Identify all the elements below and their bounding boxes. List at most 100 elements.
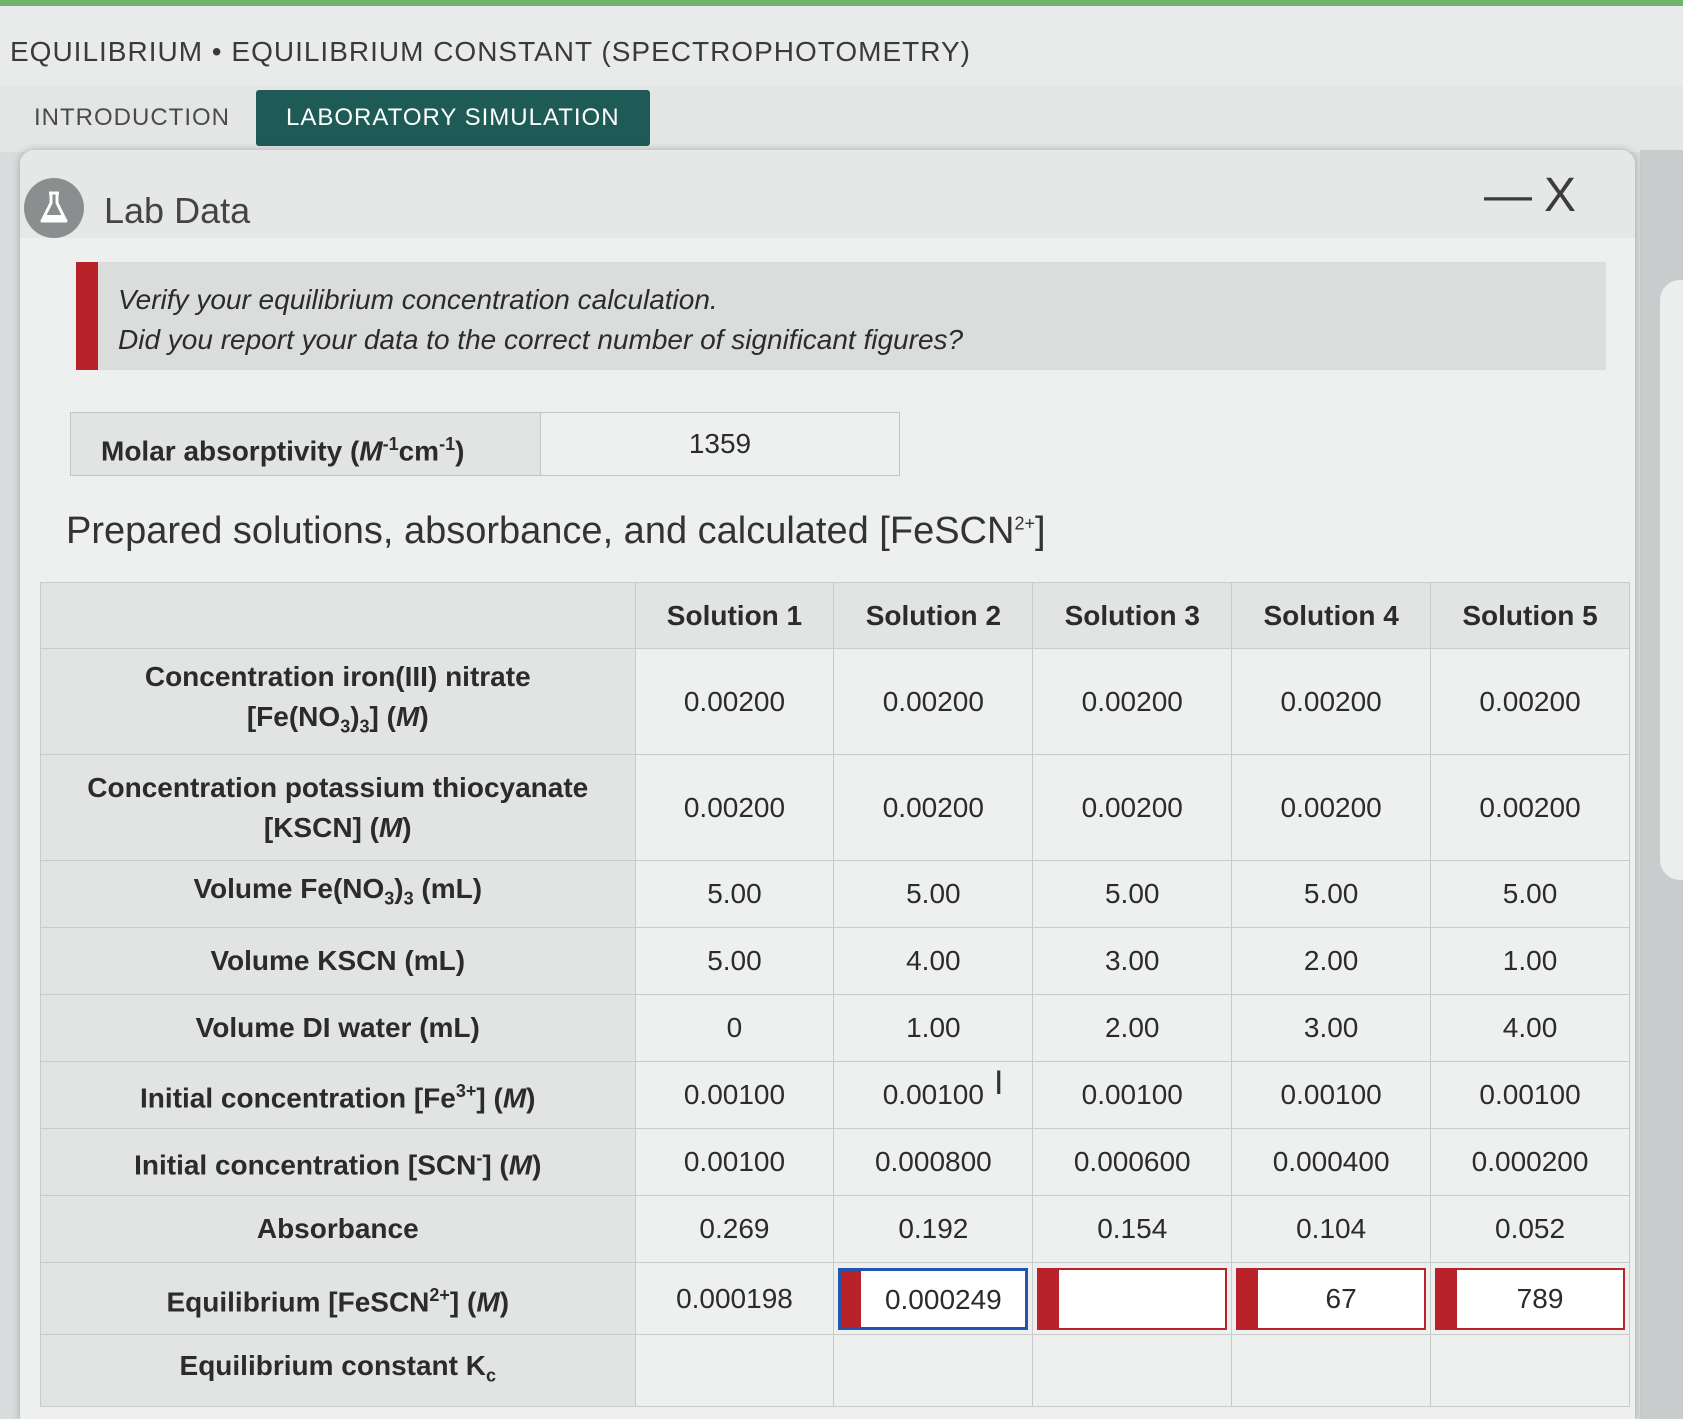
row-label-iron-nitrate: Concentration iron(III) nitrate [Fe(NO3)… <box>40 648 636 755</box>
table-header-row: Solution 1 Solution 2 Solution 3 Solutio… <box>40 582 1630 649</box>
table-cell: 0.192 <box>833 1195 1034 1263</box>
row-label-absorbance: Absorbance <box>40 1195 636 1263</box>
column-header: Solution 5 <box>1430 582 1630 649</box>
table-corner <box>40 582 636 649</box>
equilibrium-input-solution-2[interactable]: 0.000249 <box>838 1267 1029 1330</box>
table-row: Concentration iron(III) nitrate [Fe(NO3)… <box>40 648 1630 755</box>
table-cell: 4.00 <box>1430 994 1630 1062</box>
panel-header[interactable]: Lab Data — X <box>20 150 1635 238</box>
input-value[interactable]: 67 <box>1258 1270 1424 1328</box>
equilibrium-input-solution-5[interactable]: 789 <box>1435 1267 1625 1330</box>
error-marker <box>841 1270 862 1327</box>
table-cell: 5.00 <box>634 927 835 995</box>
table-cell: 0.269 <box>634 1195 835 1263</box>
table-row: Volume KSCN (mL) 5.00 4.00 3.00 2.00 1.0… <box>40 927 1630 995</box>
lab-data-panel: Lab Data — X Verify your equilibrium con… <box>20 150 1635 1419</box>
table-cell[interactable] <box>1430 1334 1630 1407</box>
row-label-volume-water: Volume DI water (mL) <box>40 994 636 1062</box>
table-row: Concentration potassium thiocyanate [KSC… <box>40 754 1630 861</box>
row-label-initial-scn: Initial concentration [SCN-] (M) <box>40 1128 636 1196</box>
table-cell: 0.00100 <box>634 1128 835 1196</box>
table-cell: 789 <box>1430 1262 1630 1335</box>
minimize-icon[interactable]: — <box>1484 168 1532 223</box>
text-cursor-icon: I <box>994 1064 1004 1102</box>
table-cell: 0.00100 <box>1032 1061 1233 1129</box>
table-cell: 2.00 <box>1231 927 1432 995</box>
table-cell[interactable] <box>1231 1334 1432 1407</box>
molar-absorptivity-label: Molar absorptivity (M-1cm-1) <box>71 413 541 475</box>
table-cell: 0.00100 <box>1231 1061 1432 1129</box>
table-cell: 0.000200 <box>1430 1128 1630 1196</box>
table-cell: 0.00200 <box>634 648 835 755</box>
table-row: Volume DI water (mL) 0 1.00 2.00 3.00 4.… <box>40 994 1630 1062</box>
table-cell: 0.00200 <box>1231 754 1432 861</box>
solutions-table: Solution 1 Solution 2 Solution 3 Solutio… <box>40 582 1630 1407</box>
alert-line-1: Verify your equilibrium concentration ca… <box>118 284 718 315</box>
tab-laboratory-simulation[interactable]: LABORATORY SIMULATION <box>256 90 650 146</box>
table-row: Equilibrium constant Kc <box>40 1334 1630 1407</box>
tab-bar: INTRODUCTION LABORATORY SIMULATION <box>0 86 1683 152</box>
error-marker <box>1437 1269 1458 1328</box>
page-title: EQUILIBRIUM • EQUILIBRIUM CONSTANT (SPEC… <box>10 36 971 67</box>
table-cell: 0.000249 <box>833 1262 1034 1335</box>
table-cell: 0.00100 <box>634 1061 835 1129</box>
tab-introduction[interactable]: INTRODUCTION <box>4 90 260 146</box>
section-title: Prepared solutions, absorbance, and calc… <box>66 510 1046 552</box>
table-cell: 5.00 <box>833 860 1034 928</box>
close-icon[interactable]: X <box>1544 168 1576 223</box>
table-row: Volume Fe(NO3)3 (mL) 5.00 5.00 5.00 5.00… <box>40 860 1630 928</box>
table-cell: 4.00 <box>833 927 1034 995</box>
table-cell: 0 <box>634 994 835 1062</box>
table-cell: 0.00200 <box>1032 648 1233 755</box>
flask-icon <box>24 178 84 238</box>
row-label-initial-fe: Initial concentration [Fe3+] (M) <box>40 1061 636 1129</box>
input-value[interactable]: 789 <box>1457 1270 1623 1328</box>
row-label-volume-kscn: Volume KSCN (mL) <box>40 927 636 995</box>
table-cell: 5.00 <box>1231 860 1432 928</box>
table-cell: 0.00200 <box>833 754 1034 861</box>
alert-line-2: Did you report your data to the correct … <box>118 324 964 355</box>
table-cell: 0.00200 <box>1231 648 1432 755</box>
molar-absorptivity-value: 1359 <box>688 428 752 459</box>
table-cell: 0.00200 <box>634 754 835 861</box>
assignment-header: EQUILIBRIUM • EQUILIBRIUM CONSTANT (SPEC… <box>0 6 1683 86</box>
table-cell: 1.00 <box>1430 927 1630 995</box>
row-label-equilibrium-constant: Equilibrium constant Kc <box>40 1334 636 1407</box>
table-cell: 0.000600 <box>1032 1128 1233 1196</box>
table-cell: 0.000800 <box>833 1128 1034 1196</box>
table-cell: 0.00200 <box>1430 648 1630 755</box>
table-cell: 0.104 <box>1231 1195 1432 1263</box>
table-cell: 0.00200 <box>1430 754 1630 861</box>
table-cell[interactable] <box>1032 1334 1233 1407</box>
error-marker <box>1039 1269 1060 1328</box>
row-label-equilibrium-fescn: Equilibrium [FeSCN2+] (M) <box>40 1262 636 1335</box>
table-cell[interactable] <box>634 1334 835 1407</box>
column-header: Solution 2 <box>833 582 1034 649</box>
table-cell: 0.000400 <box>1231 1128 1432 1196</box>
equilibrium-input-solution-4[interactable]: 67 <box>1236 1267 1427 1330</box>
equilibrium-input-solution-3[interactable] <box>1037 1267 1228 1330</box>
column-header: Solution 4 <box>1231 582 1432 649</box>
row-label-potassium-thiocyanate: Concentration potassium thiocyanate [KSC… <box>40 754 636 861</box>
input-value[interactable]: 0.000249 <box>861 1271 1025 1327</box>
table-cell: 0.00100 <box>1430 1061 1630 1129</box>
table-cell: 5.00 <box>634 860 835 928</box>
table-cell <box>1032 1262 1233 1335</box>
table-cell: 0.000198 <box>634 1262 835 1335</box>
table-row: Initial concentration [SCN-] (M) 0.00100… <box>40 1128 1630 1196</box>
table-cell: 2.00 <box>1032 994 1233 1062</box>
table-cell: 3.00 <box>1032 927 1233 995</box>
table-cell: 3.00 <box>1231 994 1432 1062</box>
table-cell: 0.052 <box>1430 1195 1630 1263</box>
side-panel-handle[interactable] <box>1660 280 1683 880</box>
table-cell: 5.00 <box>1032 860 1233 928</box>
table-row: Equilibrium [FeSCN2+] (M) 0.000198 0.000… <box>40 1262 1630 1335</box>
table-cell[interactable] <box>833 1334 1034 1407</box>
row-label-volume-fe: Volume Fe(NO3)3 (mL) <box>40 860 636 928</box>
panel-title: Lab Data <box>104 190 251 231</box>
table-row: Absorbance 0.269 0.192 0.154 0.104 0.052 <box>40 1195 1630 1263</box>
molar-absorptivity-row: Molar absorptivity (M-1cm-1) 1359 <box>70 412 900 476</box>
table-cell: 1.00 <box>833 994 1034 1062</box>
input-value[interactable] <box>1059 1270 1225 1328</box>
column-header: Solution 3 <box>1032 582 1233 649</box>
